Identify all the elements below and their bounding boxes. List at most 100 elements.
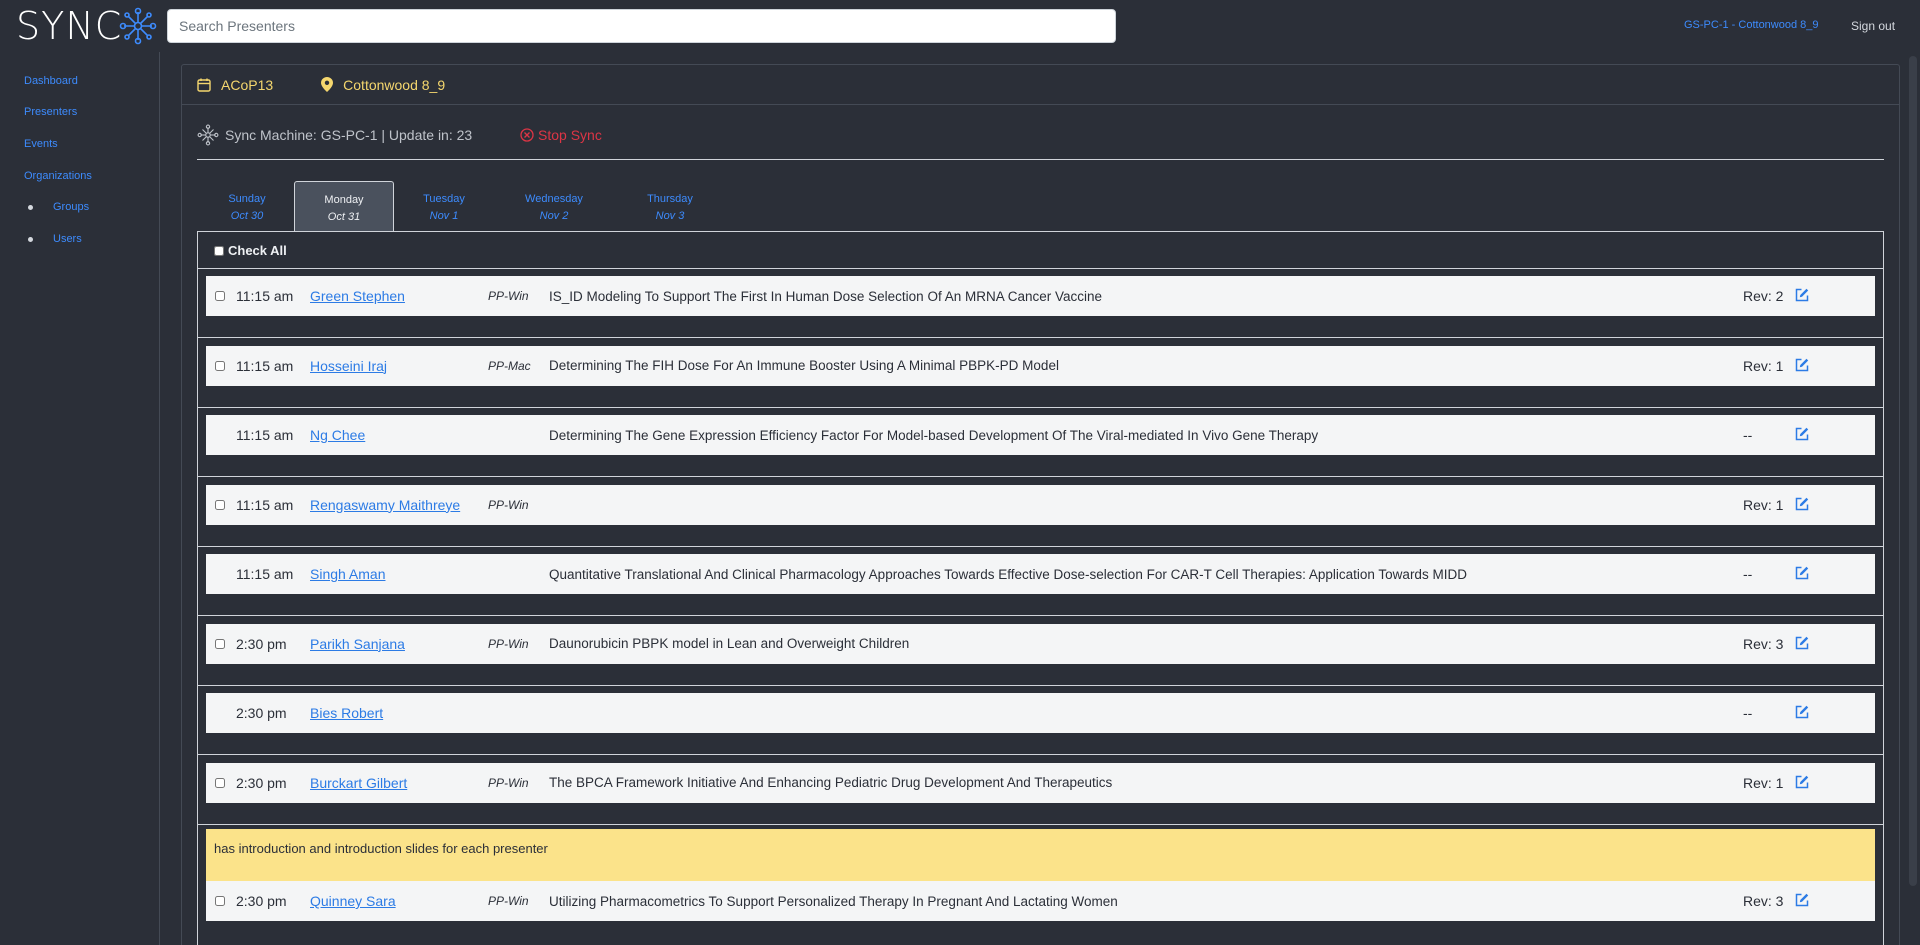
row-platform: PP-Win	[488, 497, 529, 512]
tab-date: Oct 31	[327, 211, 361, 223]
edit-button[interactable]	[1795, 775, 1809, 792]
row-revision: Rev: 3	[1743, 635, 1784, 652]
presenter-note: has introduction and introduction slides…	[206, 829, 1875, 881]
row-revision: --	[1743, 427, 1753, 443]
calendar-icon	[197, 78, 211, 92]
sidebar-item-dashboard[interactable]: Dashboard	[24, 75, 78, 87]
table-row[interactable]: 2:30 pm Burckart Gilbert PP-Win The BPCA Fr…	[206, 762, 1875, 803]
edit-button[interactable]	[1795, 497, 1809, 514]
row-title: Daunorubicin PBPK model in Lean and Over…	[549, 636, 910, 651]
presenter-name-link[interactable]: Quinney Sara	[310, 893, 396, 909]
tab-monday[interactable]: Monday Oct 31	[294, 181, 394, 231]
scrollbar[interactable]	[1908, 52, 1918, 945]
sidebar-item-label: Groups	[53, 201, 90, 213]
row-checkbox[interactable]	[215, 360, 225, 371]
edit-icon	[1795, 705, 1809, 719]
row-revision: Rev: 1	[1743, 357, 1784, 374]
divider	[198, 268, 1883, 269]
sidebar-item-groups[interactable]: Groups	[28, 201, 89, 213]
table-row[interactable]: 11:15 am Singh Aman Quantitative Translati…	[206, 554, 1875, 594]
stop-sync-button[interactable]: Stop Sync	[520, 127, 602, 143]
edit-icon	[1795, 775, 1809, 788]
row-checkbox[interactable]	[215, 291, 225, 301]
sign-out-link[interactable]: Sign out	[1851, 19, 1895, 33]
day-tabs: Sunday Oct 30 Monday Oct 31 Tuesday Nov …	[197, 181, 1884, 232]
row-title: Determining The FIH Dose For An Immune B…	[549, 358, 1059, 373]
sidebar-item-presenters[interactable]: Presenters	[24, 106, 77, 118]
check-all-label: Check All	[228, 243, 287, 258]
row-checkbox[interactable]	[215, 777, 225, 788]
table-row[interactable]: 11:15 am Ng Chee Determining The Gene Expr…	[206, 415, 1875, 455]
tab-date: Nov 1	[429, 210, 459, 222]
check-all[interactable]: Check All	[214, 243, 287, 258]
divider	[198, 545, 1883, 547]
tab-day: Monday	[324, 194, 364, 206]
sidebar-item-events[interactable]: Events	[24, 138, 58, 150]
row-platform: PP-Win	[488, 775, 529, 790]
presenter-name-link[interactable]: Green Stephen	[310, 288, 405, 304]
table-row[interactable]: 2:30 pm Bies Robert --	[206, 693, 1875, 733]
presenter-name-link[interactable]: Singh Aman	[310, 566, 386, 582]
tab-sunday[interactable]: Sunday Oct 30	[197, 181, 297, 231]
network-node-icon	[197, 124, 219, 146]
presenter-list: Check All 11:15 am Green Stephen PP-Win IS_…	[197, 231, 1884, 945]
row-platform: PP-Win	[488, 289, 529, 303]
row-checkbox[interactable]	[215, 499, 225, 510]
edit-icon	[1795, 288, 1809, 302]
presenter-name-link[interactable]: Bies Robert	[310, 705, 383, 721]
edit-icon	[1795, 427, 1809, 441]
tab-tuesday[interactable]: Tuesday Nov 1	[394, 181, 494, 231]
bullet	[28, 236, 33, 242]
logo[interactable]: SYNC	[16, 4, 158, 48]
sync-status: Sync Machine: GS-PC-1 | Update in: 23	[197, 124, 472, 146]
edit-button[interactable]	[1795, 566, 1809, 583]
row-time: 2:30 pm	[236, 705, 287, 721]
row-time: 11:15 am	[236, 427, 294, 443]
row-checkbox[interactable]	[215, 896, 225, 906]
edit-button[interactable]	[1795, 427, 1809, 444]
edit-button[interactable]	[1795, 288, 1809, 305]
event-label: ACoP13	[197, 77, 273, 93]
row-time: 11:15 am	[236, 566, 294, 582]
edit-button[interactable]	[1795, 636, 1809, 653]
divider	[198, 406, 1883, 408]
edit-button[interactable]	[1795, 893, 1809, 910]
bullet	[28, 204, 33, 210]
presenter-name-link[interactable]: Ng Chee	[310, 427, 365, 443]
sidebar-item-organizations[interactable]: Organizations	[24, 170, 92, 182]
logo-text: SYNC	[16, 4, 123, 48]
room-label: Cottonwood 8_9	[321, 77, 445, 93]
edit-button[interactable]	[1795, 705, 1809, 722]
row-time: 2:30 pm	[236, 635, 287, 652]
presenter-name-link[interactable]: Hosseini Iraj	[310, 358, 387, 374]
row-title: The BPCA Framework Initiative And Enhanc…	[549, 775, 1113, 790]
tab-wednesday[interactable]: Wednesday Nov 2	[504, 181, 604, 231]
row-checkbox[interactable]	[215, 638, 225, 649]
sidebar-item-users[interactable]: Users	[28, 233, 82, 245]
tab-day: Tuesday	[423, 193, 465, 205]
map-pin-icon	[321, 77, 334, 92]
presenter-name-link[interactable]: Rengaswamy Maithreye	[310, 497, 460, 513]
table-row[interactable]: 2:30 pm Parikh Sanjana PP-Win Daunorubicin …	[206, 623, 1875, 664]
scrollbar-thumb[interactable]	[1909, 56, 1917, 886]
table-row[interactable]: 11:15 am Rengaswamy Maithreye PP-Win Rev: 1	[206, 484, 1875, 525]
tab-date: Oct 30	[230, 210, 264, 222]
table-row[interactable]: 11:15 am Green Stephen PP-Win IS_ID Modelin…	[206, 276, 1875, 316]
presenter-name-link[interactable]: Parikh Sanjana	[310, 636, 405, 652]
check-all-checkbox[interactable]	[214, 245, 224, 256]
table-row[interactable]: 11:15 am Hosseini Iraj PP-Mac Determining T…	[206, 345, 1875, 386]
row-revision: Rev: 1	[1743, 774, 1784, 791]
sidebar: Dashboard Presenters Events Organization…	[0, 52, 160, 945]
tab-thursday[interactable]: Thursday Nov 3	[620, 181, 720, 231]
table-row[interactable]: 2:30 pm Quinney Sara PP-Win Utilizing Pharm…	[206, 881, 1875, 921]
machine-link[interactable]: GS-PC-1 - Cottonwood 8_9	[1684, 19, 1819, 31]
tab-day: Wednesday	[525, 193, 583, 205]
search-input[interactable]	[167, 9, 1116, 43]
row-platform: PP-Mac	[488, 358, 531, 373]
row-title: Determining The Gene Expression Efficien…	[549, 427, 1319, 443]
row-revision: --	[1743, 705, 1753, 721]
divider	[197, 159, 1884, 160]
row-time: 11:15 am	[236, 357, 294, 374]
edit-button[interactable]	[1795, 358, 1809, 375]
presenter-name-link[interactable]: Burckart Gilbert	[310, 775, 407, 791]
